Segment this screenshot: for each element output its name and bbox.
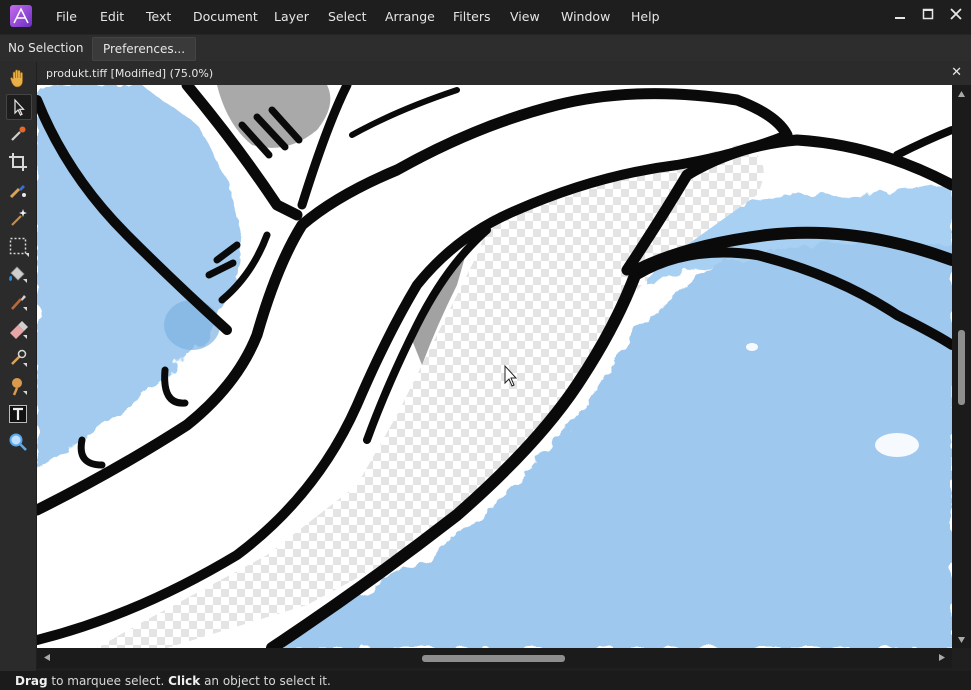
dodge-icon[interactable] <box>6 374 30 398</box>
hand-icon[interactable] <box>6 66 30 90</box>
menu-help[interactable]: Help <box>631 9 660 24</box>
menu-bar: File Edit Text Document Layer Select Arr… <box>0 0 971 34</box>
move-tool[interactable] <box>6 94 32 120</box>
maximize-icon[interactable] <box>918 6 938 24</box>
inpainting-icon[interactable] <box>6 178 30 202</box>
affinity-photo-logo-icon <box>10 5 32 27</box>
flood-select-icon[interactable] <box>6 206 30 230</box>
fill-icon[interactable] <box>6 262 30 286</box>
menu-arrange[interactable]: Arrange <box>385 9 435 24</box>
document-tab[interactable]: produkt.tiff [Modified] (75.0%) ✕ <box>37 61 971 85</box>
document-title: produkt.tiff [Modified] (75.0%) <box>46 67 214 80</box>
status-click-rest: an object to select it. <box>200 674 331 688</box>
crop-icon[interactable] <box>6 150 30 174</box>
menu-layer[interactable]: Layer <box>274 9 309 24</box>
status-bar: Drag to marquee select. Click an object … <box>0 671 971 690</box>
horizontal-scrollbar[interactable] <box>37 648 952 668</box>
menu-document[interactable]: Document <box>193 9 258 24</box>
status-drag-rest: to marquee select. <box>47 674 169 688</box>
horizontal-scroll-thumb[interactable] <box>422 655 565 662</box>
scroll-right-icon[interactable] <box>939 654 945 661</box>
close-document-icon[interactable]: ✕ <box>951 65 962 80</box>
status-hint: Drag to marquee select. Click an object … <box>15 674 331 688</box>
scroll-down-icon[interactable] <box>958 637 965 643</box>
zoom-icon[interactable] <box>6 430 30 454</box>
menu-file[interactable]: File <box>56 9 77 24</box>
canvas-artwork <box>37 85 952 648</box>
scroll-up-icon[interactable] <box>958 91 965 97</box>
color-picker-icon[interactable] <box>6 122 30 146</box>
menu-window[interactable]: Window <box>561 9 610 24</box>
selection-status: No Selection <box>8 41 84 55</box>
paint-brush-icon[interactable] <box>6 290 30 314</box>
menu-edit[interactable]: Edit <box>100 9 124 24</box>
vertical-scroll-thumb[interactable] <box>958 330 965 405</box>
vertical-scrollbar[interactable] <box>952 85 971 648</box>
move-icon <box>14 98 25 116</box>
minimize-icon[interactable] <box>890 6 910 24</box>
close-window-icon[interactable] <box>946 6 966 24</box>
menu-view[interactable]: View <box>510 9 540 24</box>
canvas[interactable] <box>37 85 952 648</box>
text-icon[interactable] <box>6 402 30 426</box>
menu-filters[interactable]: Filters <box>453 9 490 24</box>
context-toolbar: No Selection Preferences... <box>0 34 971 62</box>
tools-panel <box>0 61 36 671</box>
preferences-button[interactable]: Preferences... <box>92 37 197 61</box>
eraser-icon[interactable] <box>6 318 30 342</box>
menu-select[interactable]: Select <box>328 9 367 24</box>
status-drag-word: Drag <box>15 674 48 688</box>
menu-text[interactable]: Text <box>146 9 171 24</box>
scroll-left-icon[interactable] <box>44 654 50 661</box>
clone-icon[interactable] <box>6 346 30 370</box>
status-click-word: Click <box>168 674 201 688</box>
marquee-icon[interactable] <box>6 234 30 258</box>
